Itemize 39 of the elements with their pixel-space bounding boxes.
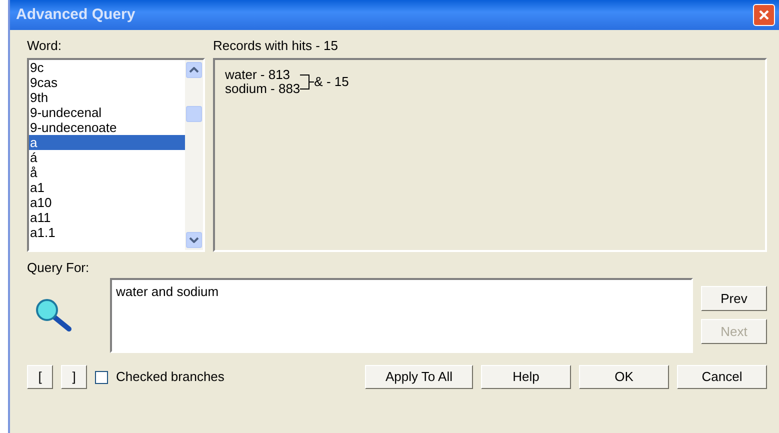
bracket-button[interactable]: ] [61,365,87,389]
down-caret-icon [189,237,199,243]
word-item[interactable]: a11 [29,210,185,225]
word-item[interactable]: 9-undecenal [29,105,185,120]
word-list[interactable]: 9c 9cas 9th 9-undecenal 9-undecenoate a á å a1 a10 a11 a1.1 [27,58,205,252]
word-item[interactable]: á [29,150,185,165]
dialog-button[interactable]: Apply To All [365,365,473,389]
word-item[interactable]: a10 [29,195,185,210]
checkbox[interactable] [95,370,108,384]
scrollbar[interactable] [185,60,203,250]
word-item[interactable]: 9th [29,90,185,105]
term-count: sodium - 883 [225,82,300,96]
query-label: Query For: [27,260,90,276]
scroll-thumb[interactable] [186,106,202,122]
close-button[interactable] [753,4,775,26]
word-item[interactable]: 9-undecenoate [29,120,185,135]
word-item[interactable]: a1.1 [29,225,185,240]
checkbox-label[interactable]: Checked branches [116,367,224,387]
dialog-button[interactable]: Cancel [677,365,767,389]
dialog-button[interactable]: Help [481,365,571,389]
close-icon [758,9,770,21]
word-item[interactable]: 9cas [29,75,185,90]
records-label: Records with hits - 15 [213,38,339,54]
scroll-down-button[interactable] [186,232,202,248]
word-item[interactable]: a1 [29,180,185,195]
word-item[interactable]: 9c [29,60,185,75]
scroll-up-button[interactable] [186,62,202,78]
term-count: water - 813 [225,68,292,82]
up-caret-icon [189,67,199,73]
word-label: Word: [27,38,62,54]
word-item[interactable]: å [29,165,185,180]
combined-result: & - 15 [314,73,349,92]
word-item[interactable]: a [29,135,185,150]
search-icon [35,298,73,332]
bracket-button[interactable]: [ [27,365,53,389]
prev-button[interactable]: Prev [701,286,767,311]
dialog-button[interactable]: OK [579,365,669,389]
query-field[interactable]: water and sodium [110,278,693,353]
window-title: Advanced Query [16,4,136,25]
